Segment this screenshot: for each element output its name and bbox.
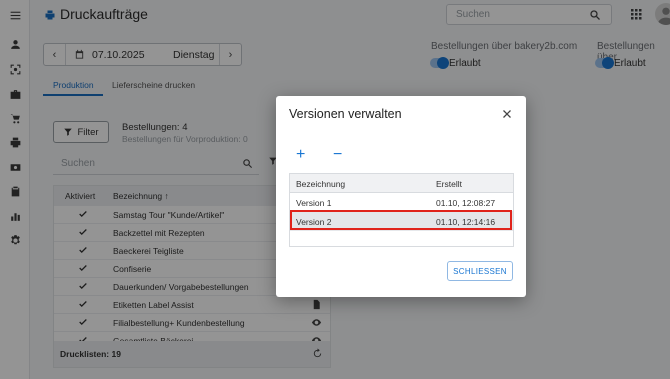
version-created: 01.10, 12:08:27 [436,198,496,208]
versions-table-header: Bezeichnung Erstellt [290,174,513,193]
versions-dialog: Versionen verwalten + − Bezeichnung Erst… [276,96,526,297]
dialog-title: Versionen verwalten [289,107,402,121]
remove-version-button[interactable]: − [333,147,342,163]
close-button[interactable]: SCHLIESSEN [447,261,513,281]
column-header-erstellt: Erstellt [436,179,462,189]
highlight-frame [290,210,512,230]
version-name: Version 1 [296,198,332,208]
add-version-button[interactable]: + [296,147,305,163]
close-icon[interactable] [501,108,513,120]
column-header-bezeichnung: Bezeichnung [296,179,346,189]
